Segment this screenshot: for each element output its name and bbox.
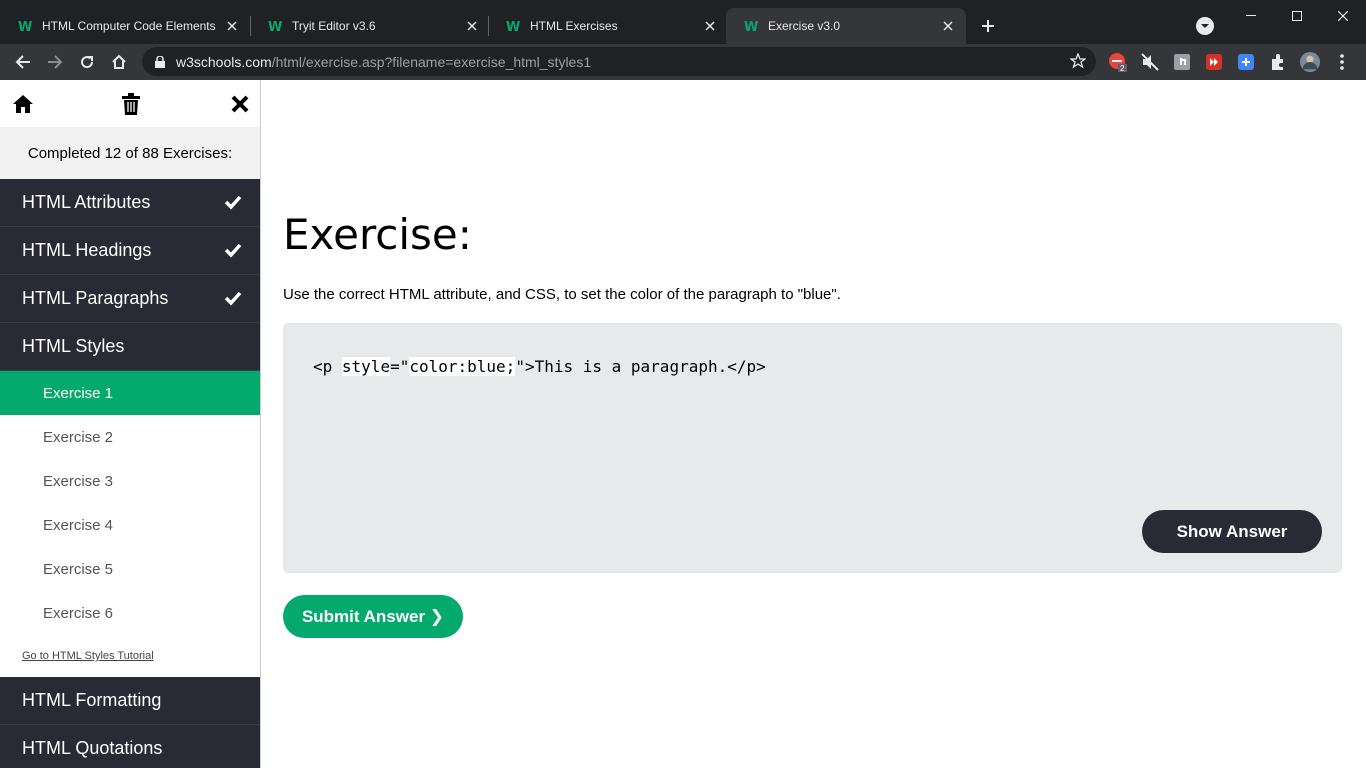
code-text: =" (390, 357, 410, 376)
w3schools-favicon-icon: W (744, 18, 760, 34)
sidebar-item-label: HTML Attributes (22, 192, 151, 212)
answer-field-1[interactable]: style (341, 357, 391, 376)
extensions-puzzle-icon[interactable] (1268, 52, 1288, 72)
show-answer-button[interactable]: Show Answer (1142, 510, 1322, 553)
submit-answer-button[interactable]: Submit Answer ❯ (283, 595, 463, 638)
sidebar-toolbar (0, 80, 260, 127)
exercise-link-1[interactable]: Exercise 1 (0, 371, 260, 415)
exercise-link-5[interactable]: Exercise 5 (0, 547, 260, 591)
code-text: <p (313, 357, 342, 376)
new-tab-icon[interactable] (976, 14, 1000, 38)
svg-text:W: W (18, 20, 32, 33)
sidebar-item-label: HTML Headings (22, 240, 152, 260)
svg-text:W: W (506, 20, 520, 33)
browser-tab-active[interactable]: W Exercise v3.0 (726, 8, 966, 44)
tab-title: HTML Computer Code Elements (42, 19, 216, 33)
sidebar-item-html-paragraphs[interactable]: HTML Paragraphs (0, 275, 260, 323)
answer-field-2[interactable]: color:blue; (409, 357, 516, 376)
lock-icon[interactable] (154, 55, 166, 69)
exercise-link-2[interactable]: Exercise 2 (0, 415, 260, 459)
sidebar-item-html-attributes[interactable]: HTML Attributes (0, 179, 260, 227)
url-host: w3schools.com (176, 53, 272, 70)
tab-title: Exercise v3.0 (768, 19, 841, 33)
w3schools-favicon-icon: W (506, 18, 522, 34)
code-snippet: <p style="color:blue;">This is a paragra… (313, 357, 766, 376)
progress-text: Completed 12 of 88 Exercises: (0, 127, 260, 179)
w3schools-favicon-icon: W (268, 18, 284, 34)
bookmark-star-icon[interactable] (1069, 52, 1087, 69)
checkmark-icon (224, 289, 242, 307)
browser-menu-icon[interactable] (1332, 52, 1352, 72)
window-controls (1228, 0, 1366, 32)
sidebar-item-html-formatting[interactable]: HTML Formatting (0, 677, 260, 725)
forward-arrow-icon[interactable] (43, 50, 67, 74)
sidebar-item-label: HTML Quotations (22, 738, 163, 758)
profile-avatar[interactable] (1300, 52, 1320, 72)
sidebar-item-label: HTML Paragraphs (22, 288, 169, 308)
w3schools-favicon-icon: W (18, 18, 34, 34)
tab-title: HTML Exercises (530, 19, 618, 33)
url-text: w3schools.com/html/exercise.asp?filename… (176, 54, 591, 70)
home-icon[interactable] (11, 92, 35, 116)
back-arrow-icon[interactable] (11, 50, 35, 74)
exercise-link-3[interactable]: Exercise 3 (0, 459, 260, 503)
tab-title: Tryit Editor v3.6 (292, 19, 376, 33)
sidebar-item-html-headings[interactable]: HTML Headings (0, 227, 260, 275)
minimize-icon[interactable] (1228, 0, 1274, 32)
page-title: Exercise: (283, 210, 472, 259)
sidebar-item-label: HTML Styles (22, 336, 125, 356)
exercise-main: Exercise: Use the correct HTML attribute… (262, 80, 1366, 768)
sidebar-item-html-styles[interactable]: HTML Styles (0, 323, 260, 371)
mute-tab-extension-icon[interactable] (1140, 52, 1160, 72)
browser-tab[interactable]: W HTML Computer Code Elements (0, 8, 250, 44)
exercise-sidebar: Completed 12 of 88 Exercises: HTML Attri… (0, 80, 261, 768)
code-box: <p style="color:blue;">This is a paragra… (283, 323, 1342, 573)
sidebar-item-html-quotations[interactable]: HTML Quotations (0, 725, 260, 768)
checkmark-icon (224, 193, 242, 211)
browser-tab[interactable]: W HTML Exercises (488, 8, 728, 44)
tab-close-icon[interactable] (940, 18, 956, 34)
close-icon[interactable] (228, 92, 252, 116)
browser-tab[interactable]: W Tryit Editor v3.6 (250, 8, 490, 44)
svg-text:W: W (268, 20, 282, 33)
translate-extension-icon[interactable] (1236, 52, 1256, 72)
home-icon[interactable] (107, 50, 131, 74)
code-text: ">This is a paragraph.</p> (515, 357, 766, 376)
maximize-icon[interactable] (1274, 0, 1320, 32)
tutorial-link[interactable]: Go to HTML Styles Tutorial (0, 635, 260, 677)
tab-close-icon[interactable] (464, 18, 480, 34)
tab-search-icon[interactable] (1196, 17, 1214, 35)
window-close-icon[interactable] (1320, 0, 1366, 32)
svg-text:W: W (744, 20, 758, 33)
reload-icon[interactable] (75, 50, 99, 74)
checkmark-icon (224, 241, 242, 259)
address-bar[interactable]: w3schools.com/html/exercise.asp?filename… (142, 47, 1096, 76)
sidebar-item-label: HTML Formatting (22, 690, 162, 710)
exercise-description: Use the correct HTML attribute, and CSS,… (283, 286, 841, 303)
exercise-link-6[interactable]: Exercise 6 (0, 591, 260, 635)
browser-toolbar: w3schools.com/html/exercise.asp?filename… (0, 44, 1366, 80)
extension-badge: 2 (1120, 64, 1125, 72)
tab-close-icon[interactable] (702, 18, 718, 34)
tab-close-icon[interactable] (224, 18, 240, 34)
touch-extension-icon[interactable] (1172, 52, 1192, 72)
exercise-link-4[interactable]: Exercise 4 (0, 503, 260, 547)
browser-tab-strip: W HTML Computer Code Elements W Tryit Ed… (0, 0, 1366, 44)
trash-icon[interactable] (119, 92, 143, 116)
url-path: /html/exercise.asp?filename=exercise_htm… (271, 53, 592, 70)
adblock-extension-icon[interactable]: 2 (1108, 52, 1128, 72)
media-extension-icon[interactable] (1204, 52, 1224, 72)
